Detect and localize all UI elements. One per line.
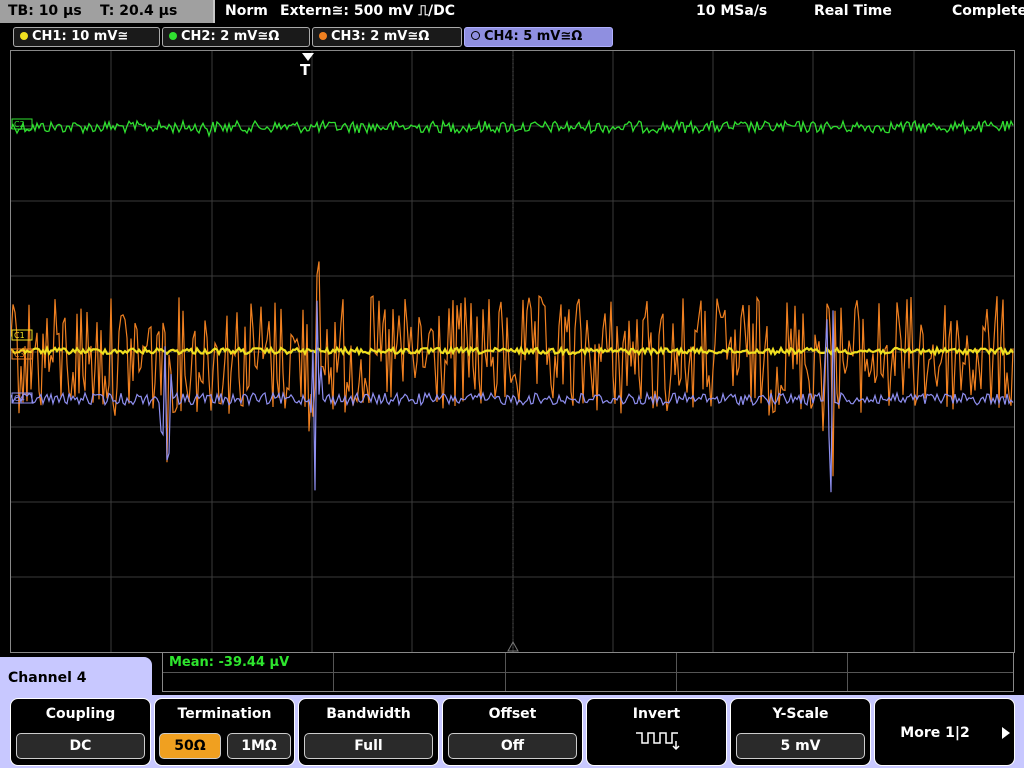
coupling-softkey[interactable]: Coupling DC [10,698,151,766]
channel-4-dot-icon [471,31,480,40]
measurement-divider [163,672,1013,673]
channel-3-marker-label: C3 [14,350,25,359]
channel-3-dot-icon [319,32,327,40]
acquisition-mode: Real Time [814,3,892,19]
sample-rate: 10 MSa/s [696,3,768,19]
measurement-divider [676,653,677,691]
trigger-mode[interactable]: Norm [225,3,268,19]
offset-value: Off [448,733,577,759]
termination-1m-ohm[interactable]: 1MΩ [227,733,291,759]
measurement-divider [333,653,334,691]
channel-2-marker-label: C2 [14,120,25,129]
invert-waveform-icon [636,732,680,751]
offset-softkey[interactable]: Offset Off [442,698,583,766]
softkey-bar: Coupling DC Termination 50Ω 1MΩ Bandwidt… [0,695,1024,768]
invert-softkey[interactable]: Invert [586,698,727,766]
bandwidth-softkey[interactable]: Bandwidth Full [298,698,439,766]
termination-50-ohm[interactable]: 50Ω [159,733,221,759]
channel-2-dot-icon [169,32,177,40]
measurement-divider [505,653,506,691]
channel-1-dot-icon [20,32,28,40]
trigger-arrow-icon [302,53,314,61]
channel-2-tab[interactable]: CH2: 2 mV≅Ω [162,27,310,47]
more-softkey[interactable]: More 1|2 [874,698,1015,766]
mean-measurement: Mean: -39.44 µV [169,655,290,670]
trigger-source[interactable]: Extern≅: 500 mV ⎍/DC [280,3,455,19]
timebase-readout: TB: 10 µs [8,3,82,19]
coupling-value: DC [16,733,145,759]
measurement-panel: Mean: -39.44 µV [162,652,1014,692]
acquisition-state: Complete [952,3,1024,19]
channel-3-tab[interactable]: CH3: 2 mV≅Ω [312,27,462,47]
trigger-position-marker[interactable]: T [300,53,314,79]
bandwidth-value: Full [304,733,433,759]
channel-2-trace [11,118,1014,138]
menu-title: Channel 4 [0,657,152,697]
channel-3-trace [11,261,1014,477]
y-scale-softkey[interactable]: Y-Scale 5 mV [730,698,871,766]
measurement-divider [847,653,848,691]
status-bar: TB: 10 µs T: 20.4 µs Norm Extern≅: 500 m… [0,0,1024,24]
arrow-right-icon [1002,727,1010,739]
waveform-display[interactable]: C2 C1 C3 C4 [10,50,1015,653]
termination-softkey[interactable]: Termination 50Ω 1MΩ [154,698,295,766]
channel-1-tab[interactable]: CH1: 10 mV≅ [13,27,160,47]
y-scale-value: 5 mV [736,733,865,759]
timebase-box[interactable]: TB: 10 µs T: 20.4 µs [0,0,215,23]
channel-4-marker-label: C4 [14,394,25,403]
waveform-canvas: C2 C1 C3 C4 [11,51,1014,652]
trigger-time-readout: T: 20.4 µs [100,3,178,19]
channel-4-tab[interactable]: CH4: 5 mV≅Ω [464,27,613,47]
channel-1-marker-label: C1 [14,331,25,340]
